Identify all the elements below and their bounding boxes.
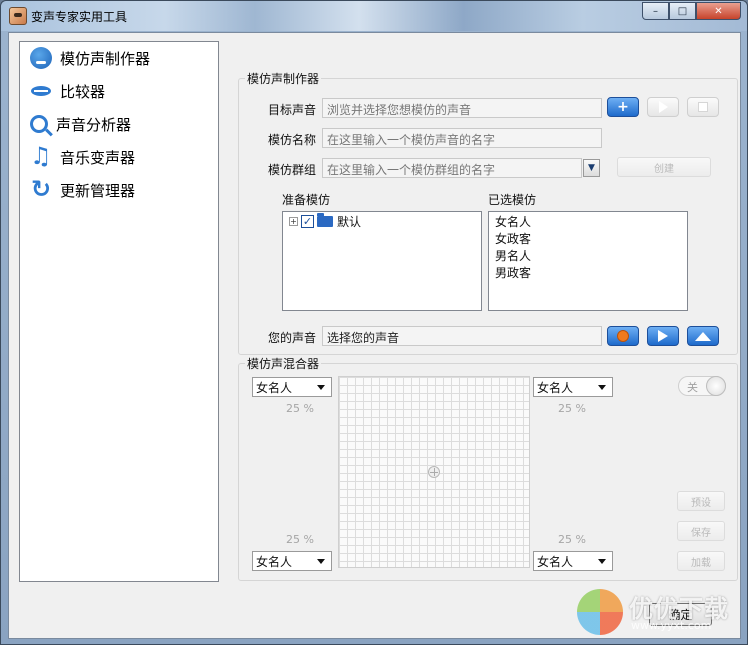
- nav-item-label: 更新管理器: [60, 181, 136, 200]
- mask-icon: [30, 47, 52, 69]
- crosshair-handle-icon[interactable]: [428, 466, 440, 478]
- lips-icon: [30, 80, 52, 102]
- toggle-label: 关: [687, 381, 698, 394]
- folder-icon: [317, 213, 333, 227]
- list-item[interactable]: 女政客: [489, 231, 687, 248]
- select-value: 女名人: [256, 554, 293, 569]
- record-button[interactable]: [607, 326, 639, 346]
- your-voice-label: 您的声音: [268, 331, 317, 345]
- eject-icon: [695, 331, 711, 341]
- nav-item-label: 声音分析器: [56, 115, 132, 134]
- select-value: 女名人: [537, 554, 574, 569]
- imitation-name-input[interactable]: 在这里输入一个模仿声音的名字: [322, 128, 602, 148]
- eject-button[interactable]: [687, 326, 719, 346]
- plus-icon: +: [617, 99, 629, 115]
- group-dropdown-button[interactable]: ▼: [583, 159, 600, 177]
- tool-navigation: 模仿声制作器 比较器 声音分析器 音乐变声器 更新管理器: [19, 41, 219, 582]
- music-note-icon: [30, 142, 52, 170]
- minimize-button[interactable]: –: [642, 2, 669, 20]
- nav-item-label: 模仿声制作器: [60, 49, 151, 68]
- toggle-knob: [706, 376, 726, 396]
- tree-node-label: 默认: [337, 215, 362, 229]
- window-title: 变声专家实用工具: [31, 10, 128, 24]
- bottom-left-percent: 25 %: [286, 533, 314, 546]
- play-icon: [658, 101, 668, 113]
- watermark-url: www.yyxt.com: [631, 619, 712, 632]
- select-value: 女名人: [256, 380, 293, 395]
- list-item[interactable]: 男政客: [489, 265, 687, 282]
- top-left-percent: 25 %: [286, 402, 314, 415]
- mixer-toggle[interactable]: 关: [678, 376, 726, 396]
- target-voice-label: 目标声音: [268, 103, 317, 117]
- close-button[interactable]: ✕: [696, 2, 741, 20]
- client-area: 模仿声制作器 比较器 声音分析器 音乐变声器 更新管理器 模仿声制作器 目标声音: [8, 32, 741, 639]
- your-voice-field[interactable]: 选择您的声音: [322, 326, 602, 346]
- play-target-button[interactable]: [647, 97, 679, 117]
- browse-add-button[interactable]: +: [607, 97, 639, 117]
- nav-item-label: 比较器: [60, 82, 106, 101]
- app-icon: [9, 7, 27, 25]
- watermark-logo-icon: [577, 589, 623, 635]
- load-button[interactable]: 加载: [677, 551, 725, 571]
- tree-checkbox[interactable]: ✓: [301, 215, 314, 228]
- play-icon: [658, 330, 668, 342]
- stop-target-button[interactable]: [687, 97, 719, 117]
- list-item[interactable]: 女名人: [489, 214, 687, 231]
- save-button[interactable]: 保存: [677, 521, 725, 541]
- mixer-bottom-left-select[interactable]: 女名人: [252, 551, 332, 571]
- chevron-down-icon: [598, 558, 606, 564]
- nav-item-update-manager[interactable]: 更新管理器: [30, 175, 136, 203]
- selected-imitations-label: 已选模仿: [488, 193, 537, 207]
- mixer-blend-grid[interactable]: [338, 376, 530, 568]
- imitation-name-label: 模仿名称: [268, 133, 317, 147]
- nav-item-voice-maker[interactable]: 模仿声制作器: [30, 45, 150, 71]
- chevron-down-icon: [598, 384, 606, 390]
- ready-imitations-tree[interactable]: + ✓ 默认: [282, 211, 482, 311]
- nav-item-comparator[interactable]: 比较器: [30, 78, 105, 104]
- voice-mixer-title: 模仿声混合器: [245, 355, 322, 372]
- chevron-down-icon: [317, 384, 325, 390]
- mixer-top-right-select[interactable]: 女名人: [533, 377, 613, 397]
- app-window: 变声专家实用工具 – □ ✕ 模仿声制作器 比较器 声音分析器 音乐变声器: [0, 0, 748, 645]
- nav-item-voice-analyzer[interactable]: 声音分析器: [30, 111, 131, 137]
- chevron-down-icon: ▼: [588, 163, 595, 173]
- target-voice-field[interactable]: 浏览并选择您想模仿的声音: [322, 98, 602, 118]
- selected-imitations-list[interactable]: 女名人 女政客 男名人 男政客: [488, 211, 688, 311]
- mixer-top-left-select[interactable]: 女名人: [252, 377, 332, 397]
- voice-analyzer-icon: [30, 115, 48, 133]
- imitation-group-label: 模仿群组: [268, 163, 317, 177]
- nav-item-label: 音乐变声器: [60, 148, 136, 167]
- play-voice-button[interactable]: [647, 326, 679, 346]
- tree-node-default[interactable]: + ✓ 默认: [289, 213, 361, 230]
- record-icon: [617, 330, 629, 342]
- stop-icon: [698, 102, 708, 112]
- tree-expander-icon[interactable]: +: [289, 217, 298, 226]
- mixer-bottom-right-select[interactable]: 女名人: [533, 551, 613, 571]
- create-button[interactable]: 创建: [617, 157, 711, 177]
- title-bar[interactable]: 变声专家实用工具 – □ ✕: [1, 1, 747, 31]
- list-item[interactable]: 男名人: [489, 248, 687, 265]
- ready-imitations-label: 准备模仿: [282, 193, 331, 207]
- voice-maker-title: 模仿声制作器: [245, 70, 322, 87]
- bottom-right-percent: 25 %: [558, 533, 586, 546]
- preset-button[interactable]: 预设: [677, 491, 725, 511]
- maximize-button[interactable]: □: [669, 2, 696, 20]
- chevron-down-icon: [317, 558, 325, 564]
- select-value: 女名人: [537, 380, 574, 395]
- window-controls: – □ ✕: [642, 2, 741, 20]
- imitation-group-input[interactable]: 在这里输入一个模仿群组的名字: [322, 158, 582, 178]
- watermark: 优优下载 www.yyxt.com: [569, 583, 739, 639]
- top-right-percent: 25 %: [558, 402, 586, 415]
- nav-item-music-changer[interactable]: 音乐变声器: [30, 142, 136, 170]
- update-icon: [30, 175, 52, 203]
